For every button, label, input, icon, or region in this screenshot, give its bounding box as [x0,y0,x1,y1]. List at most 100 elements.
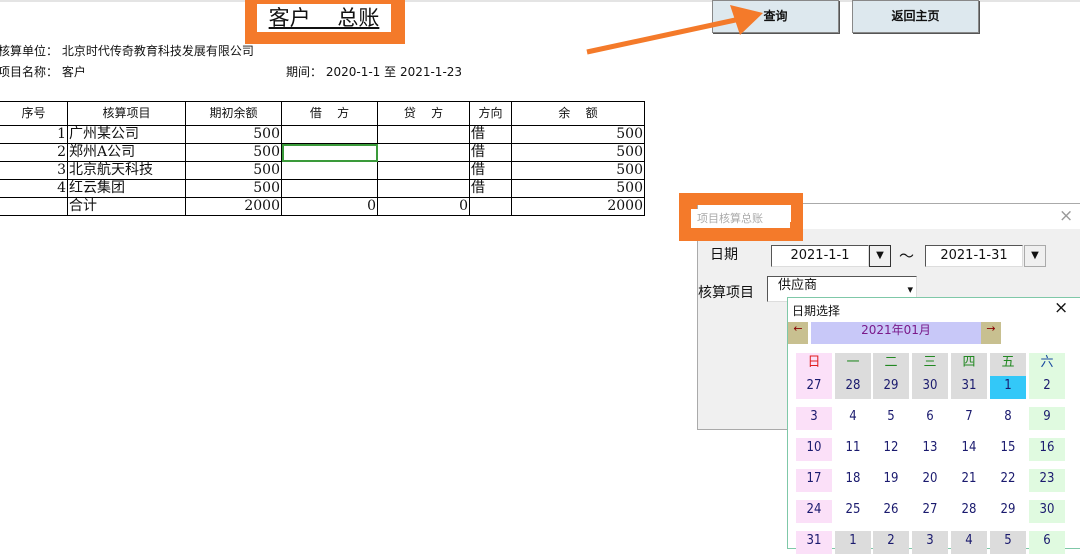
col-header: 借 方 [281,101,378,126]
weekday-header: 四 [951,353,987,376]
table-cell[interactable] [377,161,470,180]
table-cell[interactable]: 500 [185,125,282,144]
day-cell[interactable]: 14 [951,438,987,461]
day-cell[interactable]: 7 [951,407,987,430]
table-cell[interactable]: 500 [511,179,645,198]
table-cell[interactable]: 500 [511,161,645,180]
day-cell[interactable]: 13 [912,438,948,461]
table-cell[interactable]: 500 [511,143,645,162]
day-cell[interactable]: 6 [912,407,948,430]
day-cell[interactable]: 29 [873,376,909,399]
start-date-input[interactable]: 2021-1-1 [771,245,869,267]
arrow-annotation-icon [586,5,763,55]
table-cell[interactable] [281,125,378,144]
day-cell[interactable]: 9 [1029,407,1065,430]
table-cell[interactable] [377,125,470,144]
table-cell[interactable] [281,161,378,180]
weekday-header: 日 [796,353,832,376]
date-picker-title: 日期选择 [792,304,841,318]
day-cell[interactable]: 29 [990,500,1026,523]
day-cell[interactable]: 30 [1029,500,1065,523]
col-header: 核算项目 [67,101,186,126]
day-cell[interactable]: 4 [835,407,871,430]
day-cell[interactable]: 8 [990,407,1026,430]
day-cell[interactable]: 26 [873,500,909,523]
day-cell[interactable]: 31 [951,376,987,399]
date-picker: 日期选择 × ← 2021年01月 → 日一二三四五六 27 28 29 30 31 1 2 3… [787,297,1080,554]
table-cell[interactable]: 2 [0,143,68,162]
table-cell[interactable]: 0 [377,197,470,216]
table-cell[interactable]: 500 [185,143,282,162]
end-date-input[interactable]: 2021-1-31 [925,245,1023,267]
table-cell[interactable]: 0 [281,197,378,216]
day-cell[interactable]: 28 [835,376,871,399]
day-cell[interactable]: 25 [835,500,871,523]
col-header: 序号 [0,101,68,126]
day-cell[interactable]: 18 [835,469,871,492]
home-button[interactable]: 返回主页 [852,0,979,33]
table-cell[interactable]: 2000 [511,197,645,216]
day-cell[interactable]: 28 [951,500,987,523]
table-cell[interactable]: 3 [0,161,68,180]
day-cell[interactable]: 27 [796,376,832,399]
day-cell[interactable]: 16 [1029,438,1065,461]
day-cell[interactable]: 31 [796,531,832,554]
day-cell[interactable]: 23 [1029,469,1065,492]
table-cell[interactable] [0,197,68,216]
table-cell[interactable] [281,143,378,162]
day-cell[interactable]: 15 [990,438,1026,461]
table-cell[interactable]: 郑州A公司 [67,143,186,162]
table-cell[interactable]: 500 [185,179,282,198]
unit-label: 核算单位： [0,44,59,58]
weekday-header: 一 [835,353,871,376]
table-cell[interactable]: 合计 [67,197,186,216]
end-date-dropdown[interactable]: ▼ [1024,245,1046,267]
day-cell[interactable]: 4 [951,531,987,554]
day-cell[interactable]: 3 [912,531,948,554]
table-cell[interactable]: 借 [469,125,512,144]
day-cell[interactable]: 10 [796,438,832,461]
day-cell[interactable]: 3 [796,407,832,430]
table-cell[interactable] [469,197,512,216]
day-cell[interactable]: 20 [912,469,948,492]
col-header: 贷 方 [377,101,470,126]
start-date-dropdown[interactable]: ▼ [869,245,891,267]
table-cell[interactable]: 1 [0,125,68,144]
table-cell[interactable]: 借 [469,161,512,180]
prev-month-button[interactable]: ← [788,322,808,344]
day-cell[interactable]: 27 [912,500,948,523]
table-cell[interactable]: 500 [185,161,282,180]
day-cell[interactable]: 19 [873,469,909,492]
table-cell[interactable]: 2000 [185,197,282,216]
day-cell[interactable]: 11 [835,438,871,461]
day-cell[interactable]: 5 [990,531,1026,554]
close-icon[interactable]: × [1059,206,1073,226]
highlight-overlay: 项目核算总账 [679,193,803,241]
day-cell[interactable]: 22 [990,469,1026,492]
table-cell[interactable]: 借 [469,179,512,198]
day-cell[interactable]: 21 [951,469,987,492]
table-cell[interactable]: 广州某公司 [67,125,186,144]
next-month-button[interactable]: → [981,322,1001,344]
table-cell[interactable] [377,143,470,162]
day-cell[interactable]: 2 [873,531,909,554]
table-cell[interactable]: 500 [511,125,645,144]
table-cell[interactable]: 北京航天科技 [67,161,186,180]
day-cell[interactable]: 30 [912,376,948,399]
item-value: 客户 [61,65,86,79]
day-cell[interactable]: 6 [1029,531,1065,554]
table-cell[interactable]: 红云集团 [67,179,186,198]
table-cell[interactable]: 借 [469,143,512,162]
close-icon[interactable]: × [1054,298,1068,318]
day-cell-selected[interactable]: 1 [990,376,1026,399]
day-cell[interactable]: 2 [1029,376,1065,399]
table-cell[interactable] [281,179,378,198]
table-cell[interactable]: 4 [0,179,68,198]
day-cell[interactable]: 12 [873,438,909,461]
day-cell[interactable]: 5 [873,407,909,430]
day-cell[interactable]: 24 [796,500,832,523]
highlight-box: 客户 总账 [245,0,405,44]
table-cell[interactable] [377,179,470,198]
day-cell[interactable]: 1 [835,531,871,554]
day-cell[interactable]: 17 [796,469,832,492]
